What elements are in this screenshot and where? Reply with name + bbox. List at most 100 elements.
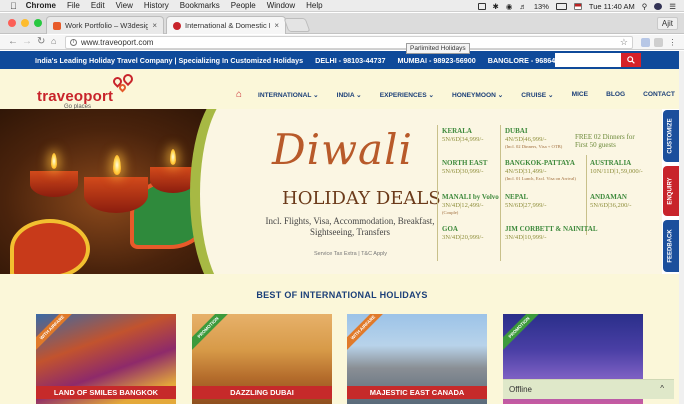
reload-icon[interactable]: ↻ [37, 36, 45, 47]
extension-icon[interactable] [654, 38, 663, 47]
volume-icon[interactable]: ♬ [519, 2, 527, 11]
user-icon[interactable] [654, 2, 663, 10]
chrome-menu-icon[interactable]: ⋮ [668, 38, 677, 47]
nav-cruise[interactable]: CRUISE ⌄ [521, 91, 553, 99]
chat-widget[interactable]: Offline ^ [503, 379, 674, 399]
menu-edit[interactable]: Edit [91, 1, 105, 10]
home-icon[interactable]: ⌂ [51, 36, 56, 46]
nav-honeymoon[interactable]: HONEYMOON ⌄ [452, 91, 503, 99]
banner-subheadline: HOLIDAY DEALS [282, 188, 441, 209]
deal-andaman[interactable]: ANDAMAN 5N/6D|36,200/- [590, 193, 631, 210]
zoom-window-icon[interactable] [34, 19, 42, 27]
deal-north-east[interactable]: NORTH EAST 5N/6D|30,999/- [442, 159, 487, 176]
clock[interactable]: Tue 11:40 AM [589, 2, 635, 11]
spotlight-icon[interactable]: ⚲ [642, 2, 648, 11]
customize-side-tab[interactable]: CUSTOMIZE [663, 110, 679, 162]
menu-window[interactable]: Window [267, 1, 295, 10]
card-label: DAZZLING DUBAI [192, 386, 332, 399]
chat-status: Offline [509, 385, 532, 394]
extension-icon[interactable] [641, 38, 650, 47]
bluetooth-icon[interactable]: ✱ [493, 2, 499, 11]
app-menu: Chrome File Edit View History Bookmarks … [26, 1, 334, 10]
deal-bangkok-pattaya[interactable]: BANGKOK-PATTAYA 4N/5D|31,499/- (Incl. 01 L… [505, 159, 576, 182]
deal-manali[interactable]: MANALI by Volvo 3N/4D|12,499/- (Couple) [442, 193, 499, 216]
deal-place: NORTH EAST [442, 159, 488, 167]
menu-view[interactable]: View [116, 1, 133, 10]
deal-nepal[interactable]: NEPAL 5N/6D|27,999/- [505, 193, 546, 210]
minimize-window-icon[interactable] [21, 19, 29, 27]
deal-place: BANGKOK-PATTAYA [505, 159, 575, 167]
phone-mumbai[interactable]: MUMBAI - 98923-56900 [397, 56, 475, 65]
close-tab-icon[interactable]: × [152, 21, 157, 30]
site-header: traveoport Go places ⌂ INTERNATIONAL ⌄ I… [0, 69, 684, 110]
side-tab-label: ENQUIRY [668, 177, 674, 205]
site-logo[interactable]: traveoport [37, 88, 113, 105]
side-tab-label: FEEDBACK [668, 229, 674, 263]
main-nav: ⌂ INTERNATIONAL ⌄ INDIA ⌄ EXPERIENCES ⌄ … [236, 89, 684, 100]
close-window-icon[interactable] [8, 19, 16, 27]
nav-contact[interactable]: CONTACT [643, 91, 675, 98]
bookmark-star-icon[interactable]: ☆ [620, 37, 628, 48]
menu-help[interactable]: Help [306, 1, 322, 10]
flag-icon[interactable] [573, 2, 582, 10]
card-label: LAND OF SMILES BANGKOK [36, 386, 176, 399]
nav-experiences[interactable]: EXPERIENCES ⌄ [380, 91, 434, 99]
nav-international[interactable]: INTERNATIONAL ⌄ [258, 91, 319, 99]
new-tab-button[interactable] [283, 18, 311, 32]
deal-note: (Incl. 02 Dinners, Visa + OTB) [505, 144, 563, 149]
card-ribbon: PROMOTION [503, 314, 544, 352]
menu-people[interactable]: People [231, 1, 256, 10]
deal-jim-corbett[interactable]: JIM CORBETT & NAINITAL 3N/4D|10,999/- [505, 225, 598, 242]
enquiry-side-tab[interactable]: ENQUIRY [663, 166, 679, 216]
nav-india[interactable]: INDIA ⌄ [337, 91, 362, 99]
paisley-decoration [10, 219, 90, 274]
search-input[interactable] [555, 53, 621, 67]
back-icon[interactable]: ← [8, 36, 18, 47]
deal-note: (Couple) [442, 210, 459, 215]
hero-banner[interactable]: Diwali HOLIDAY DEALS Incl. Flights, Visa… [0, 109, 662, 274]
tab-work-portfolio[interactable]: Work Portfolio – W3design.in × [46, 16, 164, 34]
deal-place: GOA [442, 225, 458, 233]
phone-delhi[interactable]: DELHI - 98103-44737 [315, 56, 385, 65]
diya-lamp [84, 177, 148, 213]
battery-percent[interactable]: 13% [534, 2, 549, 11]
deal-place: DUBAI [505, 127, 528, 135]
feedback-side-tab[interactable]: FEEDBACK [663, 220, 679, 272]
deal-place: ANDAMAN [590, 193, 627, 201]
nav-blog[interactable]: BLOG [606, 91, 625, 98]
deal-place: KERALA [442, 127, 472, 135]
nav-mice[interactable]: MICE [572, 91, 588, 98]
search-button[interactable] [621, 53, 641, 67]
forward-icon[interactable]: → [22, 36, 32, 47]
dropbox-icon[interactable] [477, 2, 486, 10]
holiday-card-bangkok[interactable]: WITH AIRFARE LAND OF SMILES BANGKOK [36, 314, 176, 404]
profile-button[interactable]: Ajit [656, 17, 678, 30]
page-scrollbar[interactable] [679, 51, 684, 404]
deal-australia[interactable]: AUSTRALIA 10N/11D|1,59,000/- [590, 159, 643, 176]
notification-center-icon[interactable]: ☰ [669, 2, 676, 11]
close-tab-icon[interactable]: × [274, 21, 279, 30]
browser-tab-bar: Work Portfolio – W3design.in × Internati… [0, 13, 684, 34]
apple-icon[interactable]:  [10, 1, 17, 11]
chevron-up-icon[interactable]: ^ [660, 384, 664, 393]
holiday-card-canada[interactable]: WITH AIRFARE MAJESTIC EAST CANADA [347, 314, 487, 404]
menu-file[interactable]: File [67, 1, 80, 10]
menu-bookmarks[interactable]: Bookmarks [180, 1, 220, 10]
url-bar[interactable]: i www.traveoport.com ☆ [65, 36, 633, 49]
info-icon[interactable]: i [70, 39, 77, 46]
menu-chrome[interactable]: Chrome [26, 1, 56, 10]
flame-icon [170, 149, 176, 165]
deal-dubai[interactable]: DUBAI 4N/5D|46,999/- (Incl. 02 Dinners, Vi… [505, 127, 562, 150]
deal-kerala[interactable]: KERALA 5N/6D|34,999/- [442, 127, 483, 144]
deal-goa[interactable]: GOA 3N/4D|20,999/- [442, 225, 483, 242]
deal-place: JIM CORBETT & NAINITAL [505, 225, 598, 233]
deal-price: 5N/6D|27,999/- [505, 202, 547, 209]
home-icon[interactable]: ⌂ [236, 89, 242, 100]
card-ribbon: WITH AIRFARE [347, 314, 388, 352]
wifi-icon[interactable]: ◉ [506, 2, 513, 11]
tab-international-holidays[interactable]: International & Domestic Holiday × [166, 16, 286, 34]
url-text[interactable]: www.traveoport.com [81, 38, 153, 47]
menu-history[interactable]: History [144, 1, 169, 10]
banner-includes: Incl. Flights, Visa, Accommodation, Brea… [265, 216, 435, 237]
holiday-card-dubai[interactable]: PROMOTION DAZZLING DUBAI [192, 314, 332, 404]
